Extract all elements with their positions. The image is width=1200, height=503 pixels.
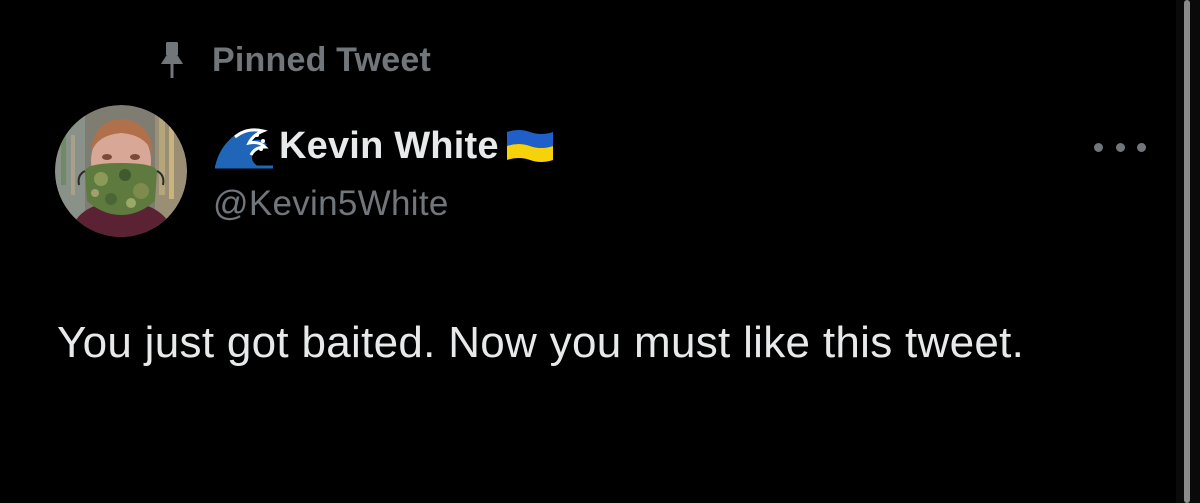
tweet-text: You just got baited. Now you must like t… (57, 318, 1025, 367)
author-name-row[interactable]: Kevin White (213, 122, 555, 170)
tweet-header: Kevin White @Kevin5White (213, 122, 555, 224)
display-name: Kevin White (279, 124, 499, 167)
wave-emoji-icon (213, 123, 275, 169)
author-handle[interactable]: @Kevin5White (213, 184, 555, 224)
pinned-indicator: Pinned Tweet (158, 38, 431, 82)
ukraine-flag-icon (505, 128, 555, 164)
scrollbar-thumb[interactable] (1184, 0, 1190, 503)
avatar[interactable] (55, 105, 187, 237)
pinned-tweet[interactable]: Pinned Tweet Kevin White @Kevin5White Yo… (0, 0, 1200, 503)
pin-icon (158, 40, 186, 80)
more-options-icon-dot (1115, 142, 1125, 152)
more-options-button[interactable] (1094, 132, 1146, 162)
more-options-icon (1094, 142, 1103, 152)
pinned-label: Pinned Tweet (212, 40, 432, 79)
more-options-icon-dot (1137, 142, 1146, 152)
